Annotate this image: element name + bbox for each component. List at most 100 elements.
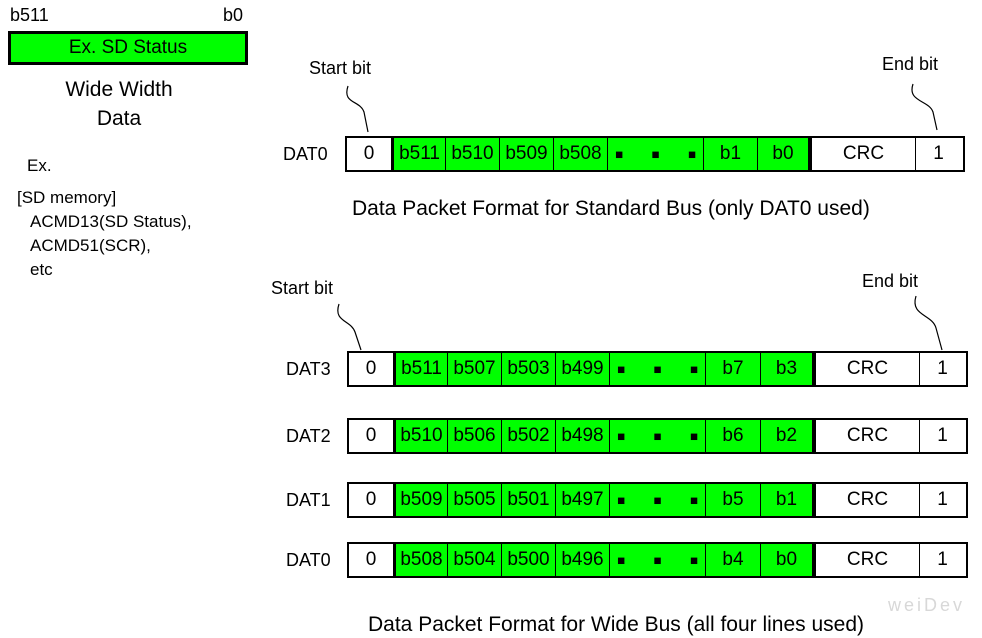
data-bit-cell: b0 <box>757 138 811 170</box>
end-bit-cell-text: 1 <box>937 358 948 379</box>
crc-cell: CRC <box>811 138 915 170</box>
data-bit-cell-text: b508 <box>400 549 443 570</box>
ellipsis-cell-text: ▪ ▪ ▪ <box>616 354 709 384</box>
data-bit-cell-text: b7 <box>722 358 744 379</box>
data-bit-cell: b1 <box>703 138 757 170</box>
ellipsis-cell: ▪ ▪ ▪ <box>607 138 703 170</box>
data-bit-cell: b500 <box>501 544 555 576</box>
packet-row-dat0: 0 b511 b510 b509 b508 ▪ ▪ ▪ b1 b0 CRC 1 <box>345 136 965 172</box>
data-bit-cell-text: b4 <box>722 549 744 570</box>
packet-row-dat0: 0 b508 b504 b500 b496 ▪ ▪ ▪ b4 b0 CRC 1 <box>347 542 968 578</box>
data-bit-cell: b6 <box>705 420 760 452</box>
ellipsis-cell-text: ▪ ▪ ▪ <box>614 139 707 169</box>
data-bit-cell-text: b503 <box>507 358 550 379</box>
crc-cell-text: CRC <box>842 143 885 164</box>
data-bit-cell: b502 <box>501 420 555 452</box>
ellipsis-cell: ▪ ▪ ▪ <box>609 484 705 516</box>
data-bit-cell-text: b511 <box>399 143 440 164</box>
data-bit-cell: b1 <box>760 484 815 516</box>
start-bit-cell-text: 0 <box>365 549 377 570</box>
example-item: ACMD13(SD Status), <box>30 212 192 231</box>
start-bit-cell-text: 0 <box>365 489 377 510</box>
start-bit-cell-text: 0 <box>365 425 377 446</box>
data-bit-cell: b508 <box>553 138 607 170</box>
data-bit-cell-text: b509 <box>505 143 548 164</box>
end-bit-leader <box>911 83 938 131</box>
data-bit-cell-text: b507 <box>453 358 496 379</box>
msb-label: b511 <box>10 5 49 25</box>
data-bit-cell: b4 <box>705 544 760 576</box>
end-bit-cell: 1 <box>919 353 965 385</box>
end-bit-cell-text: 1 <box>937 549 948 570</box>
packet-row-dat3: 0 b511 b507 b503 b499 ▪ ▪ ▪ b7 b3 CRC 1 <box>347 351 968 387</box>
end-bit-label: End bit <box>862 271 919 291</box>
start-bit-cell: 0 <box>349 353 393 385</box>
example-item: etc <box>30 260 53 279</box>
data-bit-cell: b509 <box>499 138 553 170</box>
crc-cell-text: CRC <box>846 425 889 446</box>
crc-cell-text: CRC <box>846 489 889 510</box>
line-label-dat3: DAT3 <box>286 359 331 379</box>
crc-cell: CRC <box>815 420 919 452</box>
start-bit-leader <box>337 303 362 351</box>
end-bit-label: End bit <box>882 54 939 74</box>
data-bit-cell: b505 <box>447 484 501 516</box>
example-category: [SD memory] <box>17 188 117 207</box>
line-label-dat2: DAT2 <box>286 426 331 446</box>
data-bit-cell-text: b496 <box>561 549 604 570</box>
data-bit-cell-text: b508 <box>559 143 602 164</box>
crc-cell: CRC <box>815 484 919 516</box>
data-bit-cell-text: b497 <box>561 489 604 510</box>
end-bit-cell-text: 1 <box>937 425 948 446</box>
end-bit-leader <box>914 295 943 351</box>
data-bit-cell: b503 <box>501 353 555 385</box>
wide-width-caption-1: Wide Width <box>65 78 173 101</box>
standard-bus-caption: Data Packet Format for Standard Bus (onl… <box>352 197 870 220</box>
data-bit-cell: b509 <box>393 484 447 516</box>
sd-status-box: Ex. SD Status <box>8 31 248 65</box>
wide-bus-caption: Data Packet Format for Wide Bus (all fou… <box>368 613 865 636</box>
data-bit-cell: b506 <box>447 420 501 452</box>
crc-cell-text: CRC <box>846 358 889 379</box>
ellipsis-cell-text: ▪ ▪ ▪ <box>616 545 709 575</box>
data-bit-cell: b7 <box>705 353 760 385</box>
watermark: weiDev <box>888 595 966 615</box>
data-bit-cell: b511 <box>393 353 447 385</box>
data-bit-cell-text: b510 <box>400 425 443 446</box>
crc-cell: CRC <box>815 353 919 385</box>
data-bit-cell: b511 <box>391 138 445 170</box>
end-bit-cell: 1 <box>919 544 965 576</box>
data-bit-cell-text: b1 <box>775 489 798 510</box>
start-bit-cell: 0 <box>349 544 393 576</box>
line-label-dat0: DAT0 <box>283 144 328 164</box>
data-bit-cell-text: b499 <box>561 358 604 379</box>
crc-cell: CRC <box>815 544 919 576</box>
data-bit-cell: b3 <box>760 353 815 385</box>
data-bit-cell-text: b0 <box>775 549 798 570</box>
end-bit-cell-text: 1 <box>937 489 948 510</box>
data-bit-cell: b501 <box>501 484 555 516</box>
example-item: ACMD51(SCR), <box>30 236 151 255</box>
start-bit-cell: 0 <box>349 420 393 452</box>
data-bit-cell: b507 <box>447 353 501 385</box>
start-bit-cell-text: 0 <box>363 143 375 164</box>
wide-width-caption-2: Data <box>96 107 142 130</box>
data-bit-cell-text: b3 <box>775 358 798 379</box>
data-bit-cell-text: b501 <box>507 489 550 510</box>
sd-status-box-label: Ex. SD Status <box>68 37 188 58</box>
line-label-dat1: DAT1 <box>286 490 331 510</box>
end-bit-cell: 1 <box>919 484 965 516</box>
lsb-label: b0 <box>223 5 244 25</box>
data-bit-cell: b510 <box>445 138 499 170</box>
data-bit-cell: b508 <box>393 544 447 576</box>
start-bit-cell-text: 0 <box>365 358 377 379</box>
data-bit-cell-text: b502 <box>507 425 550 446</box>
data-bit-cell-text: b511 <box>401 358 442 379</box>
data-bit-cell: b497 <box>555 484 609 516</box>
data-bit-cell-text: b6 <box>722 425 744 446</box>
data-bit-cell: b496 <box>555 544 609 576</box>
data-bit-cell: b499 <box>555 353 609 385</box>
data-bit-cell-text: b1 <box>719 143 742 164</box>
end-bit-cell: 1 <box>919 420 965 452</box>
packet-row-dat1: 0 b509 b505 b501 b497 ▪ ▪ ▪ b5 b1 CRC 1 <box>347 482 968 518</box>
